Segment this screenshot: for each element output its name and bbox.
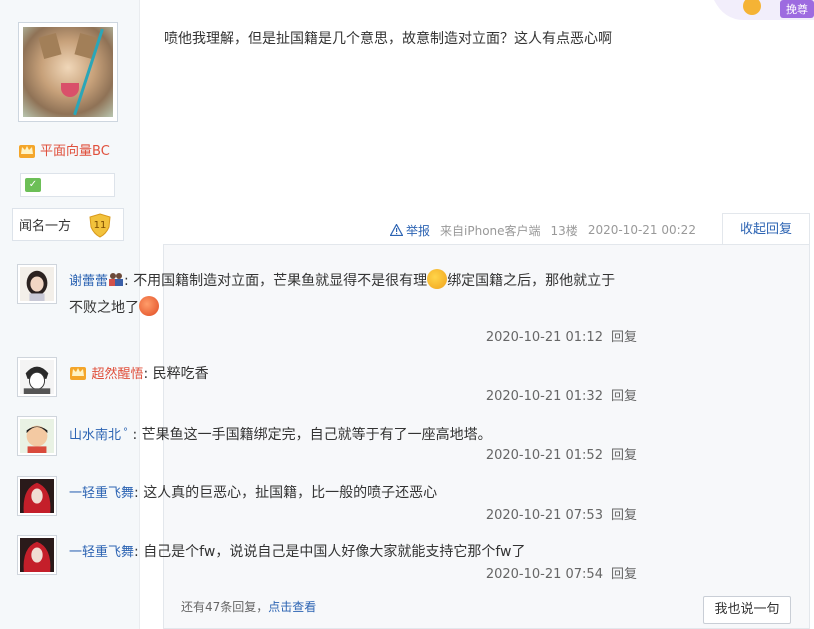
- reply-item: 一轻重飞舞: 这人真的巨恶心，扯国籍，比一般的喷子还恶心 2020-10-21 …: [17, 476, 637, 526]
- reply-button[interactable]: 回复: [611, 389, 637, 404]
- reply-username[interactable]: 谢蕾蕾: [69, 274, 108, 289]
- top-corner-badge[interactable]: 挽尊: [714, 0, 814, 20]
- reply-avatar[interactable]: [17, 264, 57, 304]
- reply-username[interactable]: 超然醒悟: [91, 367, 143, 382]
- reply-meta: 2020-10-21 07:54 回复: [486, 563, 637, 582]
- reply-text: 自己是个fw，说说自己是中国人好像大家就能支持它那个fw了: [143, 544, 526, 560]
- view-more-link[interactable]: 点击查看: [268, 600, 316, 614]
- reply-button[interactable]: 回复: [611, 508, 637, 523]
- reply-item: 超然醒悟: 民粹吃香 2020-10-21 01:32 回复: [17, 357, 637, 407]
- warning-icon: [390, 224, 403, 236]
- level-name: 闻名一方: [19, 219, 72, 234]
- smug-emoji-icon: [427, 269, 448, 289]
- girl-avatar-image: [20, 267, 54, 301]
- reply-time: 2020-10-21 01:52: [485, 448, 603, 463]
- reply-item: 一轻重飞舞: 自己是个fw，说说自己是中国人好像大家就能支持它那个fw了 202…: [17, 535, 637, 585]
- post-client: 来自iPhone客户端: [440, 223, 541, 238]
- reply-meta: 2020-10-21 01:52 回复: [486, 444, 637, 463]
- reply-time: 2020-10-21 01:32: [485, 389, 603, 404]
- reply-username[interactable]: 一轻重飞舞: [69, 545, 134, 560]
- author-badge-box: ✓: [20, 173, 115, 197]
- cartoon-boy-avatar-image: [20, 419, 54, 453]
- reply-meta: 2020-10-21 01:32 回复: [486, 385, 637, 404]
- author-level-box: 闻名一方 11: [12, 208, 124, 241]
- reply-meta: 2020-10-21 01:12 回复: [486, 326, 637, 345]
- reply-text: 芒果鱼这一手国籍绑定完，自己就等于有了一座高地塔。: [141, 427, 492, 443]
- author-username[interactable]: 平面向量BC: [40, 140, 110, 159]
- reply-avatar[interactable]: [17, 535, 57, 575]
- reply-meta: 2020-10-21 07:53 回复: [486, 504, 637, 523]
- reply-time: 2020-10-21 01:12: [485, 330, 603, 345]
- reply-time: 2020-10-21 07:54: [485, 567, 603, 582]
- red-hair-avatar-image: [20, 479, 54, 513]
- post-content: 喷他我理解，但是扯国籍是几个意思，故意制造对立面？这人有点恶心啊: [164, 31, 612, 47]
- reply-body: 谢蕾蕾: 不用国籍制造对立面，芒果鱼就显得不是很有理 绑定国籍之后，那他就立于不败…: [69, 268, 629, 321]
- level-number: 11: [94, 220, 107, 231]
- reply-item: 山水南北 ° : 芒果鱼这一手国籍绑定完，自己就等于有了一座高地塔。 2020-1…: [17, 416, 637, 466]
- manga-avatar-image: [20, 360, 54, 394]
- add-reply-button[interactable]: 我也说一句: [703, 596, 791, 624]
- reply-text-part1: 不用国籍制造对立面，芒果鱼就显得不是很有理: [133, 273, 428, 289]
- more-replies: 还有47条回复，点击查看: [181, 598, 316, 615]
- reply-text: 这人真的巨恶心，扯国籍，比一般的喷子还恶心: [143, 485, 438, 501]
- reply-body: 一轻重飞舞: 这人真的巨恶心，扯国籍，比一般的喷子还恶心: [69, 485, 438, 501]
- cat-avatar-image: [23, 27, 113, 117]
- reply-button[interactable]: 回复: [611, 567, 637, 582]
- reply-body: 超然醒悟: 民粹吃香: [69, 361, 629, 388]
- vip-crown-icon: [70, 367, 86, 380]
- reply-body: 一轻重飞舞: 自己是个fw，说说自己是中国人好像大家就能支持它那个fw了: [69, 544, 526, 560]
- reply-time: 2020-10-21 07:53: [485, 508, 603, 523]
- author-name-row: 平面向量BC: [18, 140, 110, 159]
- post-meta-bar: 举报 来自iPhone客户端 13楼 2020-10-21 00:22: [390, 220, 696, 240]
- reply-username[interactable]: 一轻重飞舞: [69, 486, 134, 501]
- more-replies-text: 还有47条回复，: [181, 600, 269, 614]
- couple-icon: [109, 273, 124, 286]
- reply-button[interactable]: 回复: [611, 330, 637, 345]
- red-hair-avatar-image: [20, 538, 54, 572]
- reply-avatar[interactable]: [17, 416, 57, 456]
- reply-item: 谢蕾蕾: 不用国籍制造对立面，芒果鱼就显得不是很有理 绑定国籍之后，那他就立于不败…: [17, 264, 637, 345]
- top-badge-label: 挽尊: [786, 2, 808, 16]
- reply-avatar[interactable]: [17, 476, 57, 516]
- post-floor: 13楼: [550, 223, 578, 238]
- vip-crown-icon: [19, 144, 35, 158]
- post-time: 2020-10-21 00:22: [587, 223, 696, 237]
- collapse-replies-button[interactable]: 收起回复: [722, 213, 810, 245]
- report-link[interactable]: 举报: [390, 222, 430, 239]
- reply-text: 民粹吃香: [152, 366, 209, 382]
- author-avatar[interactable]: [18, 22, 118, 122]
- report-label: 举报: [406, 223, 431, 238]
- reply-avatar[interactable]: [17, 357, 57, 397]
- leaf-badge-icon[interactable]: ✓: [25, 178, 41, 192]
- reply-username[interactable]: 山水南北: [69, 428, 121, 443]
- level-shield-icon: 11: [89, 213, 111, 238]
- angry-emoji-icon: [139, 296, 159, 316]
- reply-button[interactable]: 回复: [611, 448, 637, 463]
